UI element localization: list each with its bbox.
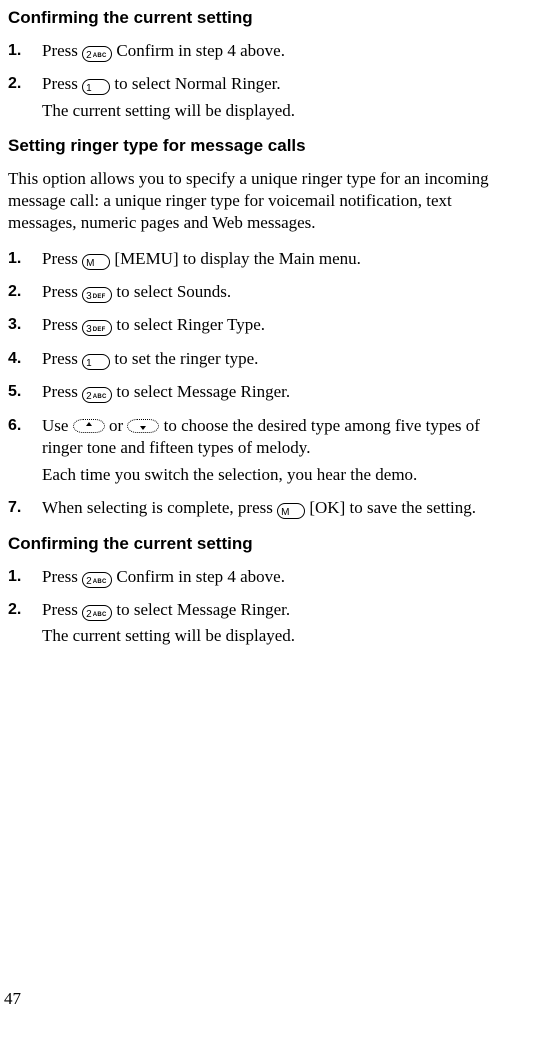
- page: Confirming the current setting 1. Press …: [0, 0, 537, 1037]
- step-text-post: to choose the desired type among five ty…: [42, 416, 480, 457]
- heading-confirm-current-2: Confirming the current setting: [8, 534, 521, 554]
- step-number: 3.: [8, 314, 38, 335]
- step-number: 4.: [8, 348, 38, 369]
- heading-setting-ringer-type: Setting ringer type for message calls: [8, 136, 521, 156]
- step-text-pre: Press: [42, 567, 82, 586]
- step-text-post: to set the ringer type.: [114, 349, 258, 368]
- step-text-pre: Press: [42, 349, 82, 368]
- step-a-1: 1. Press 2ABC Confirm in step 4 above.: [42, 40, 521, 62]
- step-c-1: 1. Press 2ABC Confirm in step 4 above.: [42, 566, 521, 588]
- key-3def-icon: 3DEF: [82, 320, 112, 336]
- step-b-2: 2. Press 3DEF to select Sounds.: [42, 281, 521, 303]
- key-1-icon: 1: [82, 79, 110, 95]
- key-2abc-icon: 2ABC: [82, 605, 112, 621]
- step-b-5: 5. Press 2ABC to select Message Ringer.: [42, 381, 521, 403]
- step-text-post: to select Sounds.: [116, 282, 231, 301]
- step-number: 1.: [8, 248, 38, 269]
- step-b-4: 4. Press 1 to set the ringer type.: [42, 348, 521, 370]
- step-text-pre: When selecting is complete, press: [42, 498, 277, 517]
- step-b-6: 6. Use or to choose the desired type amo…: [42, 415, 521, 486]
- step-text-pre: Press: [42, 282, 82, 301]
- step-b-1: 1. Press M [MEMU] to display the Main me…: [42, 248, 521, 270]
- step-number: 7.: [8, 497, 38, 518]
- step-b-7: 7. When selecting is complete, press M […: [42, 497, 521, 519]
- step-number: 6.: [8, 415, 38, 436]
- key-3def-icon: 3DEF: [82, 287, 112, 303]
- step-text-post: to select Normal Ringer.: [114, 74, 280, 93]
- step-continuation: The current setting will be displayed.: [42, 100, 521, 122]
- heading-confirm-current-1: Confirming the current setting: [8, 8, 521, 28]
- nav-down-icon: [127, 419, 159, 433]
- key-2abc-icon: 2ABC: [82, 387, 112, 403]
- step-continuation: Each time you switch the selection, you …: [42, 464, 521, 486]
- step-text-pre: Press: [42, 74, 82, 93]
- nav-up-icon: [73, 419, 105, 433]
- step-text-post: to select Ringer Type.: [116, 315, 265, 334]
- steps-list-b: 1. Press M [MEMU] to display the Main me…: [8, 248, 521, 520]
- step-text-mid: or: [109, 416, 127, 435]
- step-text-pre: Press: [42, 249, 82, 268]
- step-text-pre: Press: [42, 382, 82, 401]
- step-a-2: 2. Press 1 to select Normal Ringer. The …: [42, 73, 521, 122]
- key-m-icon: M: [277, 503, 305, 519]
- step-text-pre: Use: [42, 416, 73, 435]
- step-text-post: to select Message Ringer.: [116, 382, 290, 401]
- steps-list-c: 1. Press 2ABC Confirm in step 4 above. 2…: [8, 566, 521, 648]
- step-text-post: to select Message Ringer.: [116, 600, 290, 619]
- step-number: 2.: [8, 599, 38, 620]
- page-number: 47: [4, 989, 21, 1009]
- key-2abc-icon: 2ABC: [82, 572, 112, 588]
- step-continuation: The current setting will be displayed.: [42, 625, 521, 647]
- step-number: 2.: [8, 281, 38, 302]
- intro-paragraph: This option allows you to specify a uniq…: [8, 168, 521, 233]
- step-number: 1.: [8, 566, 38, 587]
- key-2abc-icon: 2ABC: [82, 46, 112, 62]
- step-text-pre: Press: [42, 41, 82, 60]
- step-text-post: Confirm in step 4 above.: [116, 41, 285, 60]
- step-number: 2.: [8, 73, 38, 94]
- step-text-post: [OK] to save the setting.: [309, 498, 476, 517]
- step-c-2: 2. Press 2ABC to select Message Ringer. …: [42, 599, 521, 648]
- step-text-pre: Press: [42, 600, 82, 619]
- step-number: 1.: [8, 40, 38, 61]
- step-text-post: [MEMU] to display the Main menu.: [114, 249, 360, 268]
- key-1-icon: 1: [82, 354, 110, 370]
- steps-list-a: 1. Press 2ABC Confirm in step 4 above. 2…: [8, 40, 521, 122]
- step-text-pre: Press: [42, 315, 82, 334]
- step-b-3: 3. Press 3DEF to select Ringer Type.: [42, 314, 521, 336]
- step-text-post: Confirm in step 4 above.: [116, 567, 285, 586]
- key-m-icon: M: [82, 254, 110, 270]
- step-number: 5.: [8, 381, 38, 402]
